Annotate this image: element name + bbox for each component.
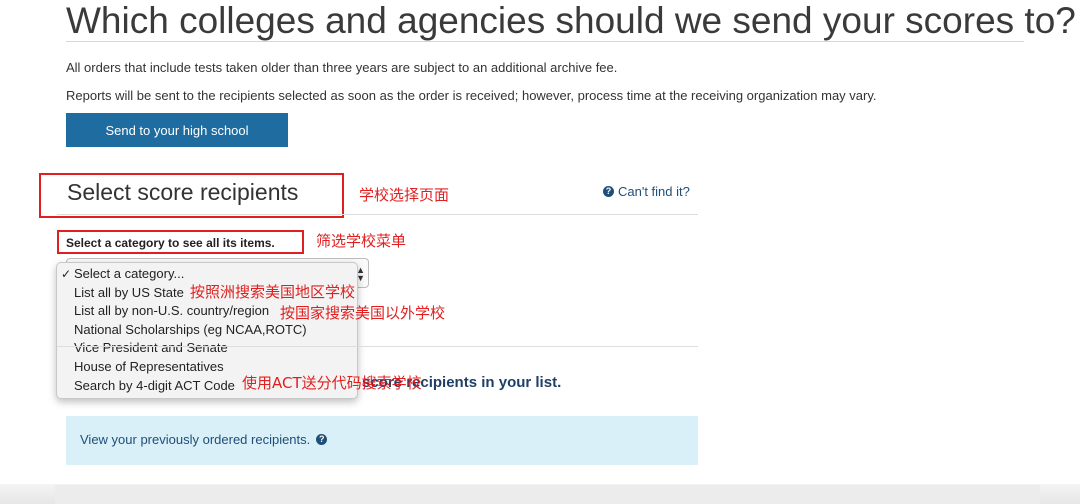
annotation-box-recipients — [39, 173, 344, 218]
previous-recipients-label: View your previously ordered recipients. — [80, 432, 311, 447]
previous-recipients-link[interactable]: View your previously ordered recipients.… — [80, 432, 328, 447]
annotation-box-category — [57, 230, 304, 254]
annotation-by-country: 按国家搜索美国以外学校 — [280, 304, 446, 322]
question-circle-icon: ? — [603, 186, 614, 197]
annotation-filter-menu: 筛选学校菜单 — [316, 232, 407, 250]
dropdown-option-label: Select a category... — [74, 266, 185, 281]
dropdown-option-label: House of Representatives — [74, 358, 224, 374]
dropdown-option-label: List all by non-U.S. country/region — [74, 303, 270, 319]
list-divider — [57, 346, 698, 347]
dropdown-option-label: Vice President and Senate — [74, 340, 228, 356]
dropdown-option-national-scholarships[interactable]: National Scholarships (eg NCAA,ROTC) — [57, 321, 357, 340]
dropdown-option-label: National Scholarships (eg NCAA,ROTC) — [74, 321, 307, 337]
archive-fee-note: All orders that include tests taken olde… — [66, 60, 618, 75]
annotation-by-state: 按照洲搜索美国地区学校 — [190, 283, 356, 301]
bottom-panel — [55, 485, 1040, 504]
score-recipients-page: Which colleges and agencies should we se… — [0, 0, 1080, 504]
cant-find-it-label: Can't find it? — [618, 184, 690, 199]
annotation-by-code: 使用ACT送分代码搜索学校 — [242, 374, 422, 392]
dropdown-option-label: List all by US State — [74, 284, 184, 300]
dropdown-option-vice-president-senate[interactable]: Vice President and Senate — [57, 339, 357, 358]
checkmark-icon: ✓ — [61, 267, 72, 281]
send-to-high-school-button[interactable]: Send to your high school — [66, 113, 288, 147]
section-divider — [57, 214, 698, 215]
title-divider — [66, 41, 1024, 42]
annotation-recipients-page: 学校选择页面 — [359, 186, 450, 204]
cant-find-it-link[interactable]: ? Can't find it? — [603, 184, 690, 199]
dropdown-option-label: Search by 4-digit ACT Code — [74, 377, 235, 393]
previous-recipients-panel: View your previously ordered recipients.… — [66, 416, 698, 465]
page-title: Which colleges and agencies should we se… — [66, 0, 1076, 41]
question-circle-icon[interactable]: ? — [316, 434, 328, 445]
process-time-note: Reports will be sent to the recipients s… — [66, 88, 877, 103]
